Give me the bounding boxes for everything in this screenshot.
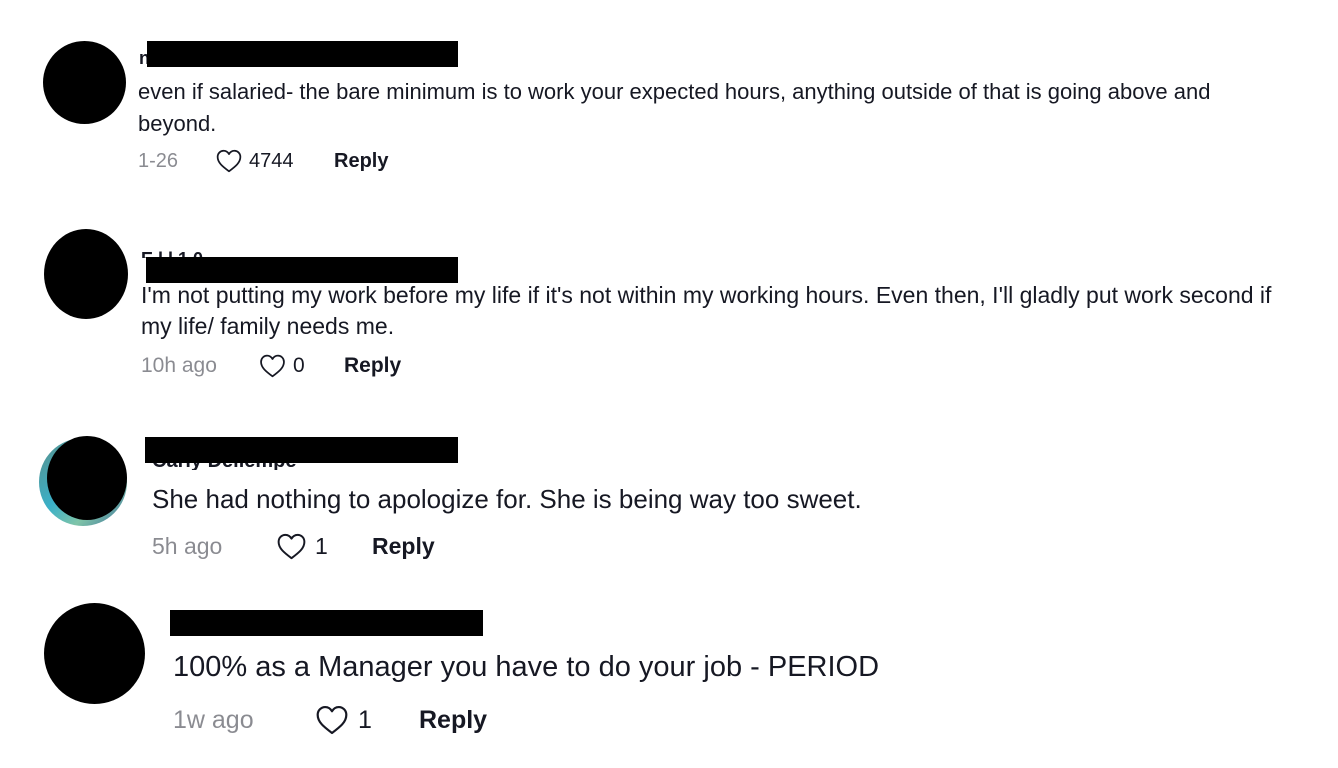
like-count: 4744 <box>249 149 294 172</box>
avatar[interactable] <box>44 229 128 319</box>
like-button[interactable]: 0 <box>259 354 344 378</box>
comment-meta: 10h ago 0 Reply <box>141 350 401 382</box>
comment-text: I'm not putting my work before my life i… <box>141 282 1272 339</box>
avatar[interactable] <box>43 41 126 124</box>
comment-text: She had nothing to apologize for. She is… <box>152 484 862 514</box>
username-redaction <box>147 41 458 67</box>
reply-button[interactable]: Reply <box>372 533 435 560</box>
avatar[interactable] <box>47 436 127 520</box>
like-button[interactable]: 1 <box>315 705 419 735</box>
like-button[interactable]: 4744 <box>216 149 334 173</box>
like-count: 0 <box>293 354 305 377</box>
comment-text: 100% as a Manager you have to do your jo… <box>173 651 880 683</box>
like-count: 1 <box>358 705 372 734</box>
comment-meta: 5h ago 1 Reply <box>152 529 435 563</box>
comment-meta: 1w ago 1 Reply <box>173 701 487 739</box>
comment-date: 10h ago <box>141 354 217 377</box>
reply-button[interactable]: Reply <box>334 150 388 173</box>
comment-date: 5h ago <box>152 532 223 559</box>
comment-meta: 1-26 4744 Reply <box>138 146 388 176</box>
username-redaction <box>145 437 458 463</box>
heart-icon <box>277 533 306 559</box>
like-count: 1 <box>315 532 328 559</box>
heart-icon <box>260 354 285 378</box>
comment-date: 1-26 <box>138 149 179 172</box>
reply-button[interactable]: Reply <box>419 706 487 735</box>
heart-icon <box>216 149 242 173</box>
heart-icon <box>316 705 348 735</box>
username-redaction <box>170 610 483 636</box>
reply-button[interactable]: Reply <box>344 354 401 378</box>
like-button[interactable]: 1 <box>276 533 372 560</box>
comment-text: even if salaried- the bare minimum is to… <box>138 79 1211 136</box>
comment-date: 1w ago <box>173 705 254 734</box>
avatar[interactable] <box>44 603 145 704</box>
